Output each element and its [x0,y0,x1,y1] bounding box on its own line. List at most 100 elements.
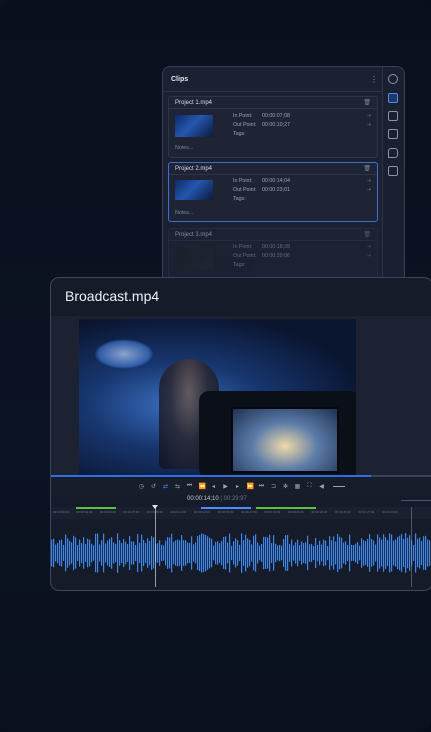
fullscreen-icon[interactable]: ⛶ [307,483,313,490]
current-time: 00:00:14;10 [187,496,219,502]
waveform-bar [367,538,369,568]
headphones-icon[interactable] [388,74,398,84]
ruler-tick-label: 00:00:17;00 [241,510,257,514]
set-in-icon[interactable]: ⇥ [367,113,371,119]
waveform-bar [333,536,335,570]
waveform-bar [171,533,173,573]
out-point-label: Out Point: [233,253,257,259]
frame-back-icon[interactable]: ◂ [211,483,217,490]
waveform-bar [93,545,95,561]
waveform-bar [79,539,81,567]
waveform-bar [389,533,391,573]
green-marker-range[interactable] [76,507,116,509]
waveform-bar [281,545,283,561]
speed-icon[interactable]: ↺ [151,483,157,490]
clip-name: Project 2.mp4 [175,166,213,172]
clip-name: Project 3.mp4 [175,232,213,238]
comment-icon[interactable] [388,148,398,158]
playhead-handle[interactable] [152,505,158,509]
clip-card-selected[interactable]: Project 2.mp4 🗑 In Point: 00:00:14;04 ⇥ … [168,162,378,222]
waveform-bar [277,545,279,561]
waveform-bar [97,533,99,573]
set-out-icon[interactable]: ⇥ [367,122,371,128]
waveform-bar [215,541,217,565]
image-icon[interactable] [388,111,398,121]
waveform-bar [51,539,53,567]
out-point-label: Out Point: [233,187,257,193]
waveform-bar [129,535,131,571]
waveform-bar [235,538,237,568]
timecode-row: 00:00:14;10 | 00:29:97 [51,494,431,506]
clips-title: Clips [171,75,189,83]
play-icon[interactable]: ▶ [223,483,229,490]
trash-icon[interactable]: 🗑 [363,231,371,238]
set-in-icon[interactable]: ⇥ [367,178,371,184]
notes-field[interactable]: Notes... [175,210,193,216]
set-out-icon[interactable]: ⇥ [367,253,371,259]
clock-icon[interactable]: ◷ [139,483,145,490]
notes-field[interactable]: Notes... [175,145,193,151]
in-point-value[interactable]: 00:00:07;08 [262,113,290,119]
chat-icon[interactable] [388,166,398,176]
trash-icon[interactable]: 🗑 [363,165,371,172]
waveform-bar [261,543,263,563]
waveform-bar [379,537,381,569]
clips-header: Clips ⋮ [163,67,404,92]
volume-slider[interactable] [332,486,345,487]
waveform-bar [295,542,297,564]
more-options-icon[interactable]: ⋮ [370,75,378,84]
waveform-bar [211,538,213,568]
set-in-icon[interactable]: ⇥ [367,244,371,250]
waveform-bar [137,533,139,573]
waveform-bar [169,537,171,569]
green-marker-range[interactable] [256,507,316,509]
settings-icon[interactable]: ✻ [283,483,289,490]
film-clip-icon[interactable] [388,93,398,103]
waveform-bar [279,544,281,562]
waveform-bar [193,544,195,562]
timeline-ruler[interactable]: 00:00:00;00 00:00:02;29 00:00:04;29 00:00:0… [51,507,431,519]
video-frame[interactable] [79,319,356,476]
volume-icon[interactable]: ◀ [319,483,325,490]
set-out-icon[interactable]: ⇥ [367,187,371,193]
ruler-tick-label: 00:00:23;00 [311,510,328,514]
out-point-value[interactable]: 00:00:39;06 [262,253,290,259]
shuffle-icon[interactable]: ⇆ [175,483,181,490]
waveform-bar [363,540,365,566]
audio-waveform[interactable] [51,523,431,583]
out-point-value[interactable]: 00:00:23;01 [262,187,290,193]
in-point-value[interactable]: 00:00:14;04 [262,178,290,184]
waveform-bar [391,534,393,572]
in-point-value[interactable]: 00:00:18;28 [262,244,290,250]
waveform-bar [265,536,267,570]
skip-end-icon[interactable]: ⏭ [259,483,265,490]
waveform-bar [321,544,323,562]
mark-in-icon[interactable]: ⊐ [271,483,277,490]
waveform-bar [185,540,187,566]
skip-start-icon[interactable]: ⏮ [187,483,193,490]
waveform-bar [167,537,169,569]
step-back-icon[interactable]: ⏪ [199,483,206,490]
waveform-bar [359,545,361,561]
ruler-tick-label: 00:00:25;00 [335,510,351,514]
blue-marker-range[interactable] [201,507,251,509]
waveform-bar [61,539,63,567]
grid-icon[interactable]: ▦ [295,483,301,490]
step-forward-icon[interactable]: ⏩ [247,483,254,490]
waveform-bar [237,540,239,566]
zoom-slider[interactable] [401,500,431,501]
progress-bar[interactable] [51,475,431,477]
clipboard-icon[interactable] [388,129,398,139]
waveform-bar [271,543,273,563]
total-duration: 00:29:97 [223,496,247,502]
trash-icon[interactable]: 🗑 [363,99,371,106]
clip-card[interactable]: Project 1.mp4 🗑 In Point: 00:00:07;08 ⇥ … [168,96,378,158]
ruler-tick-label: 00:00:19;00 [264,510,281,514]
frame-forward-icon[interactable]: ▸ [235,483,241,490]
waveform-bar [81,542,83,564]
waveform-bar [53,538,55,568]
playhead[interactable] [155,507,156,587]
out-point-value[interactable]: 00:00:10;27 [262,122,290,128]
waveform-bar [151,536,153,570]
loop-icon[interactable]: ⇄ [163,483,169,490]
